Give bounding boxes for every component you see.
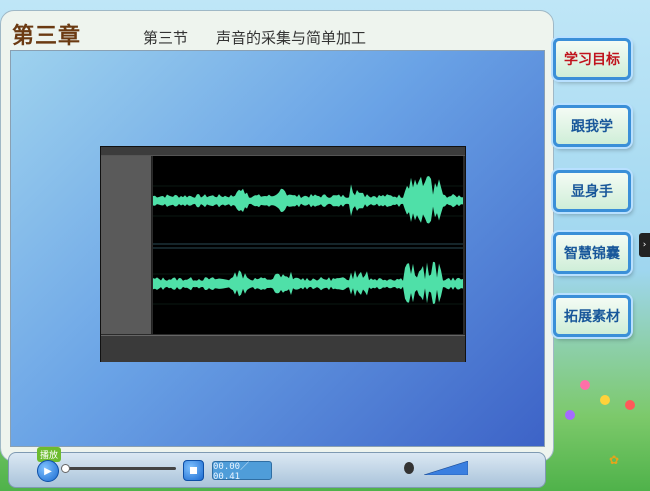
logo: ✿ [609, 453, 620, 467]
editor-file-panel [101, 156, 152, 334]
section-title: 声音的采集与简单加工 [216, 29, 367, 47]
page-header: 第三章 第三节 声音的采集与简单加工 [0, 12, 550, 49]
sidebar-item-follow-me[interactable]: 跟我学 [553, 105, 631, 147]
progress-handle[interactable] [61, 464, 70, 473]
chapter-title: 第三章 [12, 24, 82, 49]
audio-editor-screenshot [100, 146, 466, 362]
sidebar-item-learning-goals[interactable]: 学习目标 [553, 38, 631, 80]
play-icon: ▶ [44, 465, 52, 477]
editor-menubar [101, 147, 465, 156]
play-button[interactable]: ▶ [37, 460, 59, 482]
speaker-icon[interactable] [404, 462, 414, 474]
waveform-display [153, 156, 463, 334]
waveform-channel-right [153, 261, 463, 304]
sidebar-item-show-skills[interactable]: 显身手 [553, 170, 631, 212]
expand-arrow-icon[interactable]: › [639, 233, 650, 257]
stop-icon [190, 467, 197, 474]
progress-track[interactable] [66, 467, 176, 470]
flower-decoration [625, 400, 635, 410]
flower-decoration [600, 395, 610, 405]
stop-button[interactable] [183, 460, 204, 481]
volume-slider[interactable] [424, 461, 468, 475]
time-display: 00.00／00.41 [212, 461, 272, 482]
waveform-graphic [153, 176, 463, 305]
sidebar-item-wisdom-tips[interactable]: 智慧锦囊 [553, 232, 631, 274]
section-number: 第三节 [143, 29, 189, 47]
sidebar-item-extension[interactable]: 拓展素材 [553, 295, 631, 337]
editor-transport-bar [101, 335, 465, 362]
waveform-channel-left [153, 176, 463, 224]
flower-decoration [580, 380, 590, 390]
flower-decoration [565, 410, 575, 420]
